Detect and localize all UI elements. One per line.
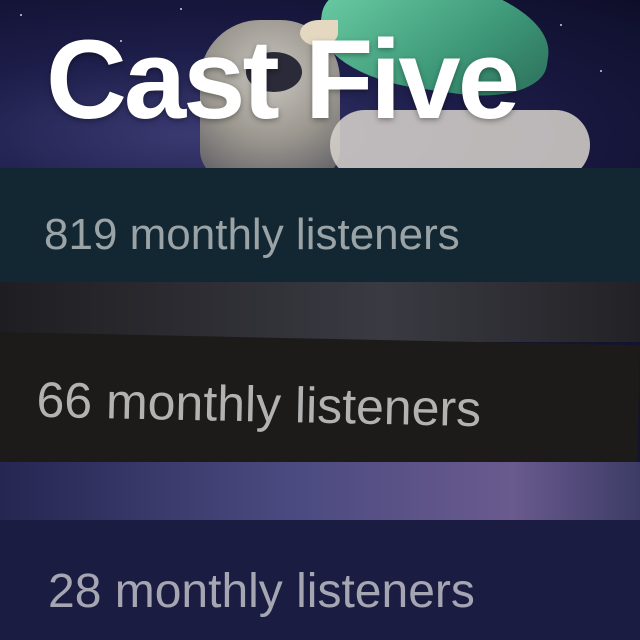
artist-name: Cast Five	[46, 17, 520, 142]
artist-header-banner: Cast Five	[0, 0, 640, 168]
artist-card-3[interactable]: 28 monthly listeners	[0, 520, 640, 640]
monthly-listeners-2: 66 monthly listeners	[36, 371, 482, 438]
monthly-listeners-1: 819 monthly listeners	[44, 210, 460, 259]
artist-artwork-strip-2	[0, 282, 640, 342]
artist-card-1[interactable]: 819 monthly listeners	[0, 168, 640, 298]
monthly-listeners-3: 28 monthly listeners	[48, 565, 475, 618]
